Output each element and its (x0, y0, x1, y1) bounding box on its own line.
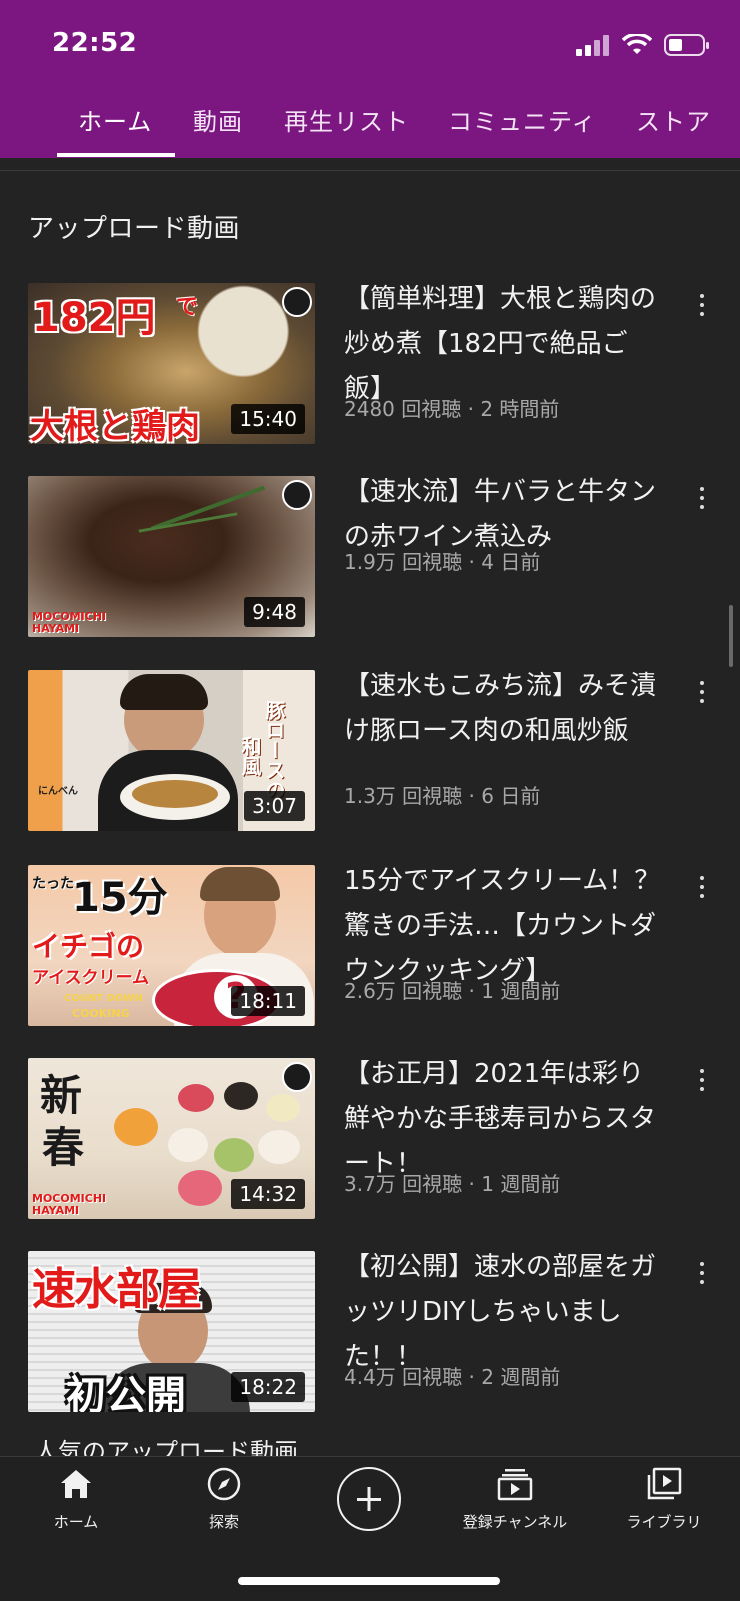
video-title[interactable]: 【簡単料理】大根と鶏肉の炒め煮【182円で絶品ご飯】 (344, 277, 664, 412)
video-duration: 15:40 (231, 404, 305, 434)
video-item[interactable]: 豚ロースの 和風 にんべん 3:07 【速水もこみち流】みそ漬け豚ロース肉の和風… (0, 670, 740, 832)
thumbnail-caption: で (176, 295, 199, 320)
nav-label: ホーム (53, 1513, 99, 1531)
video-thumbnail[interactable]: 182円 で 大根と鶏肉 15:40 (28, 283, 315, 444)
thumbnail-caption: 速水部屋 (32, 1264, 202, 1315)
thumbnail-caption: イチゴの (32, 930, 145, 963)
nav-library[interactable]: ライブラリ (616, 1467, 712, 1532)
thumbnail-caption: たった (32, 876, 74, 892)
video-thumbnail[interactable]: 速水部屋 初公開 18:22 (28, 1251, 315, 1412)
status-time: 22:52 (52, 28, 138, 58)
video-duration: 9:48 (244, 597, 305, 627)
home-icon (61, 1470, 91, 1498)
thumbnail-caption: 初公開 (66, 1373, 186, 1412)
nav-subscriptions[interactable]: 登録チャンネル (452, 1467, 578, 1532)
video-title[interactable]: 15分でアイスクリーム！？驚きの手法…【カウントダウンクッキング】 (344, 859, 664, 994)
home-indicator[interactable] (238, 1577, 500, 1585)
thumbnail-caption: にんべん (38, 786, 78, 797)
video-meta: 3.7万 回視聴 · 1 週間前 (344, 1172, 561, 1196)
video-duration: 14:32 (231, 1179, 305, 1209)
tab-playlists[interactable]: 再生リスト (284, 102, 409, 137)
video-meta: 2480 回視聴 · 2 時間前 (344, 397, 560, 421)
video-duration: 18:22 (231, 1372, 305, 1402)
nav-home[interactable]: ホーム (36, 1467, 116, 1532)
video-thumbnail[interactable]: 新 春 MOCOMICHI HAYAMI 14:32 (28, 1058, 315, 1219)
nav-label: 探索 (208, 1513, 239, 1531)
video-item[interactable]: 速水部屋 初公開 18:22 【初公開】速水の部屋をガッツリDIYしちゃいました… (0, 1251, 740, 1413)
video-thumbnail[interactable]: 豚ロースの 和風 にんべん 3:07 (28, 670, 315, 831)
compass-icon (207, 1467, 241, 1501)
thumbnail-caption: 182円 (32, 295, 156, 341)
video-item[interactable]: ? たった 15分 イチゴの アイスクリーム COUNT DOWN COOKIN… (0, 865, 740, 1027)
scrollbar[interactable] (729, 605, 733, 667)
active-tab-indicator (57, 153, 175, 157)
video-meta: 2.6万 回視聴 · 1 週間前 (344, 979, 561, 1003)
status-icons (576, 30, 710, 60)
nav-label: 登録チャンネル (462, 1513, 568, 1531)
video-item[interactable]: MOCOMICHI HAYAMI 9:48 【速水流】牛バラと牛タンの赤ワイン煮… (0, 476, 740, 638)
thumbnail-caption: COOKING (72, 1007, 130, 1020)
video-meta: 1.3万 回視聴 · 6 日前 (344, 784, 541, 808)
more-options-icon[interactable] (692, 672, 712, 712)
tab-videos[interactable]: 動画 (193, 102, 243, 137)
thumbnail-caption: HAYAMI (32, 1204, 80, 1217)
divider (0, 170, 740, 171)
video-duration: 3:07 (244, 791, 305, 821)
thumbnail-caption: 春 (42, 1123, 85, 1172)
thumbnail-caption: 15分 (72, 875, 168, 921)
video-meta: 4.4万 回視聴 · 2 週間前 (344, 1365, 561, 1389)
battery-icon (664, 34, 709, 56)
tab-community[interactable]: コミュニティ (448, 102, 597, 137)
video-title[interactable]: 【初公開】速水の部屋をガッツリDIYしちゃいました！！ (344, 1245, 664, 1380)
tab-home[interactable]: ホーム (78, 102, 152, 137)
plus-icon (357, 1487, 381, 1511)
video-item[interactable]: 新 春 MOCOMICHI HAYAMI 14:32 【お正月】2021年は彩り… (0, 1058, 740, 1220)
thumbnail-caption: HAYAMI (32, 622, 80, 635)
tab-store[interactable]: ストア (636, 102, 711, 137)
create-button[interactable] (337, 1467, 401, 1531)
nav-explore[interactable]: 探索 (184, 1467, 264, 1532)
more-options-icon[interactable] (692, 478, 712, 518)
thumbnail-caption: 和風 (238, 736, 262, 776)
channel-logo (282, 287, 312, 317)
thumbnail-caption: 大根と鶏肉 (30, 407, 200, 444)
channel-logo (282, 480, 312, 510)
nav-label: ライブラリ (626, 1513, 702, 1531)
thumbnail-caption: COUNT DOWN (64, 993, 143, 1004)
video-title[interactable]: 【お正月】2021年は彩り鮮やかな手毬寿司からスタート！ (344, 1052, 664, 1187)
video-meta: 1.9万 回視聴 · 4 日前 (344, 550, 541, 574)
video-duration: 18:11 (231, 986, 305, 1016)
video-thumbnail[interactable]: ? たった 15分 イチゴの アイスクリーム COUNT DOWN COOKIN… (28, 865, 315, 1026)
section-title: アップロード動画 (28, 214, 241, 244)
video-item[interactable]: 182円 で 大根と鶏肉 15:40 【簡単料理】大根と鶏肉の炒め煮【182円で… (0, 283, 740, 445)
more-options-icon[interactable] (692, 1060, 712, 1100)
signal-icon (576, 35, 609, 56)
subscriptions-icon (497, 1469, 533, 1501)
thumbnail-caption: アイスクリーム (32, 968, 150, 988)
more-options-icon[interactable] (692, 867, 712, 907)
channel-logo (282, 1062, 312, 1092)
more-options-icon[interactable] (692, 1253, 712, 1293)
library-icon (647, 1467, 682, 1500)
more-options-icon[interactable] (692, 285, 712, 325)
wifi-icon (622, 34, 652, 54)
app-header: 22:52 ホーム 動画 再生リスト コミュニティ ストア (0, 0, 740, 158)
video-title[interactable]: 【速水もこみち流】みそ漬け豚ロース肉の和風炒飯 (344, 664, 664, 754)
channel-tabs: ホーム 動画 再生リスト コミュニティ ストア (0, 90, 740, 158)
video-thumbnail[interactable]: MOCOMICHI HAYAMI 9:48 (28, 476, 315, 637)
